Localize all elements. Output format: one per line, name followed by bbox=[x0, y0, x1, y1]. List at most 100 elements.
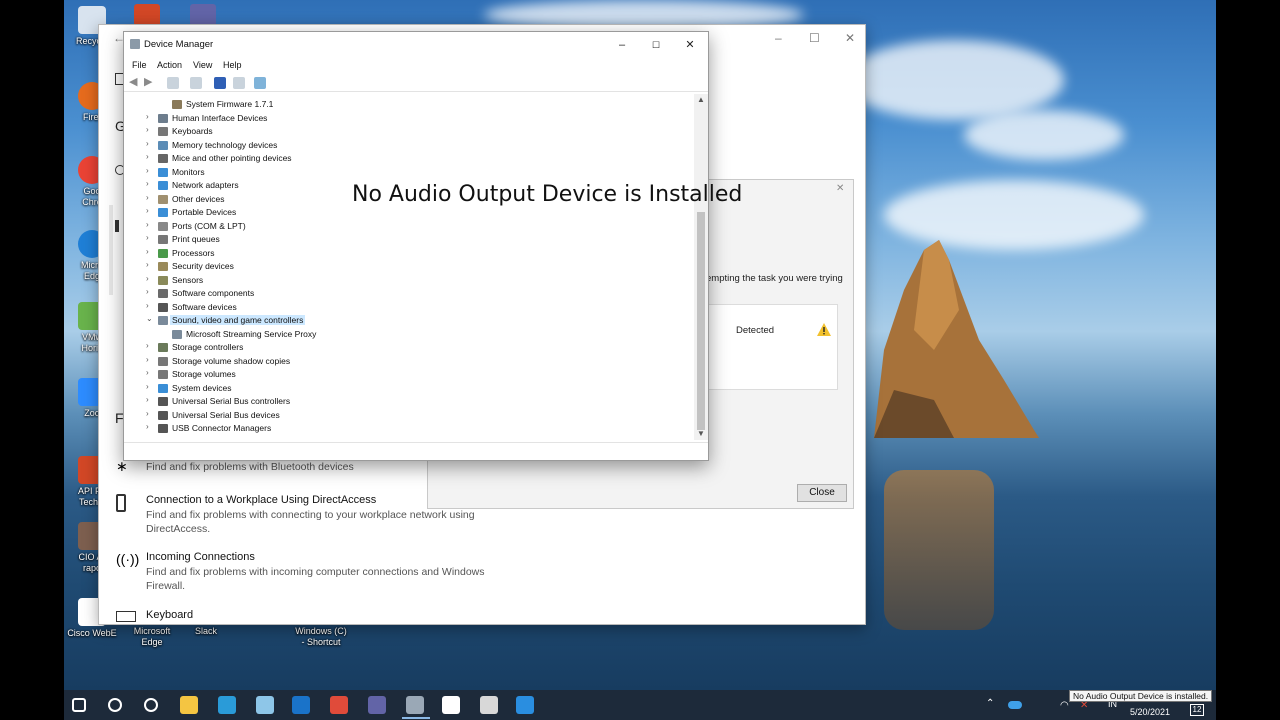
properties-icon[interactable] bbox=[167, 77, 179, 89]
taskbar: ⌃ ◠ ✕ IN 5/20/2021 12 bbox=[64, 690, 1216, 720]
device-tree-item[interactable]: › Monitors bbox=[125, 166, 685, 179]
chevron-right-icon[interactable]: › bbox=[146, 247, 149, 256]
teams-icon[interactable] bbox=[190, 4, 216, 26]
chevron-right-icon[interactable]: › bbox=[146, 152, 149, 161]
device-tree-item[interactable]: › Universal Serial Bus controllers bbox=[125, 395, 685, 408]
chevron-right-icon[interactable]: › bbox=[146, 301, 149, 310]
chevron-right-icon[interactable]: › bbox=[146, 422, 149, 431]
device-tree-item[interactable]: System Firmware 1.7.1 bbox=[125, 98, 685, 111]
chevron-right-icon[interactable]: › bbox=[146, 287, 149, 296]
maximize-button[interactable]: ☐ bbox=[809, 31, 820, 45]
chevron-right-icon[interactable]: › bbox=[146, 368, 149, 377]
device-tree-item[interactable]: › Mice and other pointing devices bbox=[125, 152, 685, 165]
forward-arrow-icon[interactable]: ▶ bbox=[144, 77, 156, 89]
device-tree-label: Universal Serial Bus controllers bbox=[172, 396, 291, 406]
settings-icon[interactable] bbox=[442, 696, 460, 714]
scrollbar-thumb[interactable] bbox=[697, 212, 705, 430]
scan-hardware-icon[interactable] bbox=[254, 77, 266, 89]
task-view-icon[interactable] bbox=[144, 698, 158, 712]
device-tree-label: Sensors bbox=[172, 274, 204, 285]
device-tree-item[interactable]: › Ports (COM & LPT) bbox=[125, 220, 685, 233]
device-tree-item[interactable]: Microsoft Streaming Service Proxy bbox=[125, 328, 685, 341]
chevron-right-icon[interactable]: › bbox=[146, 274, 149, 283]
device-tree-item[interactable]: › USB Connector Managers bbox=[125, 422, 685, 435]
clock-date[interactable]: 5/20/2021 bbox=[1130, 707, 1170, 717]
edge-icon[interactable] bbox=[218, 696, 236, 714]
scroll-down-arrow-icon[interactable]: ▼ bbox=[697, 429, 705, 438]
maximize-button[interactable]: ☐ bbox=[648, 37, 664, 53]
device-tree-item[interactable]: › Keyboards bbox=[125, 125, 685, 138]
search-icon[interactable] bbox=[108, 698, 122, 712]
minimize-button[interactable]: – bbox=[614, 37, 630, 53]
chevron-right-icon[interactable]: › bbox=[146, 382, 149, 391]
toolbar: ◀ ▶ bbox=[124, 74, 708, 92]
start-icon[interactable] bbox=[72, 698, 86, 712]
chevron-right-icon[interactable]: › bbox=[146, 220, 149, 229]
close-button[interactable]: Close bbox=[797, 484, 847, 502]
menu-action[interactable]: Action bbox=[157, 60, 182, 70]
file-explorer-icon[interactable] bbox=[180, 696, 198, 714]
chevron-right-icon[interactable]: › bbox=[146, 179, 149, 188]
troubleshooter-incoming-connections[interactable]: ((·)) Incoming Connections Find and fix … bbox=[116, 551, 506, 593]
chevron-right-icon[interactable]: › bbox=[146, 341, 149, 350]
device-tree-item[interactable]: › Storage volume shadow copies bbox=[125, 355, 685, 368]
chevron-right-icon[interactable]: › bbox=[146, 355, 149, 364]
chevron-right-icon[interactable]: › bbox=[146, 233, 149, 242]
notepad-icon[interactable] bbox=[480, 696, 498, 714]
device-tree-item[interactable]: › Print queues bbox=[125, 233, 685, 246]
chevron-right-icon[interactable]: › bbox=[146, 125, 149, 134]
chevron-right-icon[interactable]: › bbox=[146, 409, 149, 418]
wifi-icon[interactable]: ◠ bbox=[1060, 700, 1069, 711]
device-category-icon bbox=[158, 316, 168, 325]
close-button[interactable]: ✕ bbox=[845, 31, 855, 45]
onedrive-icon[interactable] bbox=[1008, 701, 1022, 709]
outlook-icon[interactable] bbox=[292, 696, 310, 714]
chevron-right-icon[interactable]: › bbox=[146, 395, 149, 404]
notification-badge[interactable]: 12 bbox=[1190, 704, 1204, 716]
device-tree-item[interactable]: › Universal Serial Bus devices bbox=[125, 409, 685, 422]
device-manager-icon[interactable] bbox=[402, 696, 430, 719]
remote-desktop-icon[interactable] bbox=[516, 696, 534, 714]
title-bar[interactable]: Device Manager – ☐ ✕ bbox=[124, 32, 708, 58]
device-tree-item[interactable]: › Processors bbox=[125, 247, 685, 260]
show-hide-icon[interactable] bbox=[190, 77, 202, 89]
window-title: Device Manager bbox=[144, 39, 214, 50]
device-tree-item[interactable]: ⌄ Sound, video and game controllers bbox=[125, 314, 685, 327]
chrome-icon[interactable] bbox=[330, 696, 348, 714]
vertical-scrollbar[interactable]: ▲ ▼ bbox=[694, 94, 708, 440]
chevron-right-icon[interactable]: › bbox=[146, 112, 149, 121]
chevron-right-icon[interactable]: › bbox=[146, 166, 149, 175]
dialog-close-icon[interactable]: ✕ bbox=[836, 183, 844, 194]
device-tree-label: Software devices bbox=[172, 301, 237, 312]
menu-file[interactable]: File bbox=[132, 60, 147, 70]
device-tree-item[interactable]: › System devices bbox=[125, 382, 685, 395]
powerpoint-icon[interactable] bbox=[134, 4, 160, 26]
device-tree-item[interactable]: › Human Interface Devices bbox=[125, 112, 685, 125]
device-tree-item[interactable]: › Sensors bbox=[125, 274, 685, 287]
help-icon[interactable] bbox=[214, 77, 226, 89]
teams-icon[interactable] bbox=[368, 696, 386, 714]
minimize-button[interactable]: – bbox=[775, 31, 782, 45]
scroll-up-arrow-icon[interactable]: ▲ bbox=[697, 95, 705, 104]
update-driver-icon[interactable] bbox=[233, 77, 245, 89]
chevron-right-icon[interactable]: › bbox=[146, 260, 149, 269]
device-tree-item[interactable]: › Memory technology devices bbox=[125, 139, 685, 152]
chevron-right-icon[interactable]: › bbox=[146, 193, 149, 202]
sticky-notes-icon[interactable] bbox=[256, 696, 274, 714]
chevron-right-icon[interactable]: › bbox=[146, 206, 149, 215]
finding-status: Detected bbox=[736, 325, 775, 336]
menu-view[interactable]: View bbox=[193, 60, 212, 70]
device-tree-item[interactable]: › Software devices bbox=[125, 301, 685, 314]
show-hidden-icons-chevron-icon[interactable]: ⌃ bbox=[986, 698, 994, 709]
chevron-down-icon[interactable]: ⌄ bbox=[146, 314, 153, 323]
device-tree-item[interactable]: › Storage volumes bbox=[125, 368, 685, 381]
device-tree-item[interactable]: › Portable Devices bbox=[125, 206, 685, 219]
device-tree-item[interactable]: › Software components bbox=[125, 287, 685, 300]
device-tree-item[interactable]: › Security devices bbox=[125, 260, 685, 273]
device-tree-item[interactable]: › Storage controllers bbox=[125, 341, 685, 354]
chevron-right-icon[interactable]: › bbox=[146, 139, 149, 148]
close-button[interactable]: ✕ bbox=[682, 37, 698, 53]
troubleshooter-keyboard[interactable]: Keyboard bbox=[116, 609, 506, 623]
menu-help[interactable]: Help bbox=[223, 60, 242, 70]
back-arrow-icon[interactable]: ◀ bbox=[129, 77, 141, 89]
